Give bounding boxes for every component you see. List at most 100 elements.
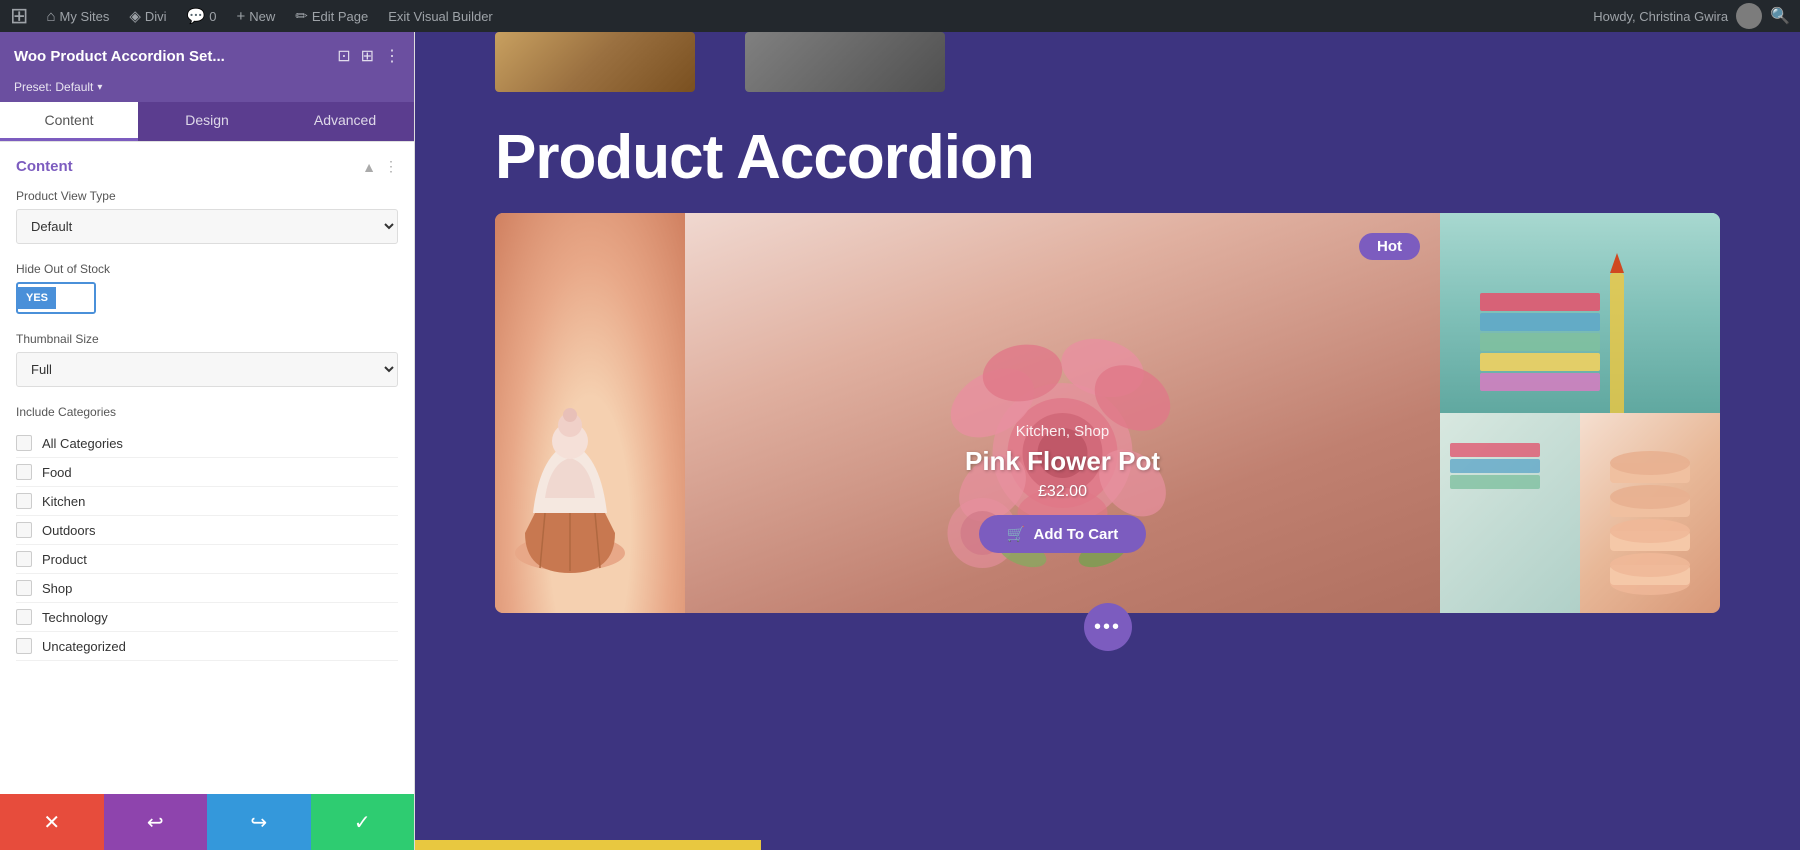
thumbnail-size-label: Thumbnail Size bbox=[16, 332, 398, 346]
toggle-yes-label: YES bbox=[18, 287, 56, 309]
admin-bar-new[interactable]: + New bbox=[228, 0, 283, 32]
search-icon[interactable]: 🔍 bbox=[1770, 6, 1790, 26]
main-layout: Woo Product Accordion Set... ⊡ ⊞ ⋮ Prese… bbox=[0, 32, 1800, 850]
collapse-icon[interactable]: ▲ bbox=[362, 159, 376, 175]
strip-image-1 bbox=[495, 32, 695, 92]
preset-row: Preset: Default ▾ bbox=[0, 80, 414, 102]
preset-label: Preset: Default bbox=[14, 80, 93, 94]
admin-bar-comments[interactable]: 💬 0 bbox=[179, 0, 225, 32]
panel-header-icons: ⊡ ⊞ ⋮ bbox=[337, 46, 400, 66]
include-categories-label: Include Categories bbox=[16, 405, 398, 419]
category-product: Product bbox=[16, 545, 398, 574]
accordion-title: Product Accordion bbox=[495, 122, 1720, 193]
add-to-cart-button[interactable]: 🛒 Add To Cart bbox=[979, 515, 1146, 553]
category-product-label: Product bbox=[42, 552, 87, 567]
hide-out-of-stock-label: Hide Out of Stock bbox=[16, 262, 398, 276]
home-icon: ⌂ bbox=[46, 8, 55, 25]
card-left bbox=[495, 213, 685, 613]
comments-icon: 💬 bbox=[187, 7, 206, 25]
canvas-bottom-bar bbox=[415, 840, 1800, 850]
strip-image-2 bbox=[745, 32, 945, 92]
panel-tabs: Content Design Advanced bbox=[0, 102, 414, 142]
divi-icon: ◈ bbox=[129, 7, 141, 25]
panel-sync-icon[interactable]: ⊡ bbox=[337, 46, 350, 66]
section-title: Content bbox=[16, 158, 73, 175]
cart-icon: 🛒 bbox=[1007, 525, 1026, 543]
category-outdoors-checkbox[interactable] bbox=[16, 522, 32, 538]
card-right bbox=[1440, 213, 1720, 613]
category-uncategorized: Uncategorized bbox=[16, 632, 398, 661]
tab-content[interactable]: Content bbox=[0, 102, 138, 141]
accordion-card: Hot Kitchen, Shop Pink Flower Pot £32.00… bbox=[495, 213, 1720, 613]
admin-bar-exit-vb[interactable]: Exit Visual Builder bbox=[380, 0, 501, 32]
category-all-label: All Categories bbox=[42, 436, 123, 451]
card-right-bottom-left bbox=[1440, 413, 1580, 613]
admin-bar-right: Howdy, Christina Gwira 🔍 bbox=[1593, 3, 1790, 29]
category-food-checkbox[interactable] bbox=[16, 464, 32, 480]
card-right-top bbox=[1440, 213, 1720, 413]
product-view-type-label: Product View Type bbox=[16, 189, 398, 203]
three-dots-button[interactable]: ••• bbox=[1084, 603, 1132, 651]
category-kitchen-checkbox[interactable] bbox=[16, 493, 32, 509]
thumbnail-size-group: Thumbnail Size Full Medium Small Thumbna… bbox=[16, 332, 398, 387]
admin-bar: ⊞ ⌂ My Sites ◈ Divi 💬 0 + New ✏ Edit Pag… bbox=[0, 0, 1800, 32]
tab-advanced[interactable]: Advanced bbox=[276, 102, 414, 141]
category-kitchen-label: Kitchen bbox=[42, 494, 85, 509]
admin-bar-divi[interactable]: ◈ Divi bbox=[121, 0, 174, 32]
admin-bar-edit-page[interactable]: ✏ Edit Page bbox=[287, 0, 376, 32]
product-name: Pink Flower Pot bbox=[685, 446, 1440, 477]
bottom-toolbar: ✕ ↩ ↪ ✓ bbox=[0, 794, 414, 850]
category-shop-checkbox[interactable] bbox=[16, 580, 32, 596]
category-food: Food bbox=[16, 458, 398, 487]
redo-button[interactable]: ↪ bbox=[207, 794, 311, 850]
panel-title: Woo Product Accordion Set... bbox=[14, 48, 225, 65]
cancel-button[interactable]: ✕ bbox=[0, 794, 104, 850]
product-view-type-select[interactable]: Default Grid List bbox=[16, 209, 398, 244]
admin-bar-mysites[interactable]: ⌂ My Sites bbox=[38, 0, 117, 32]
roses-svg bbox=[685, 213, 1440, 613]
panel-menu-icon[interactable]: ⋮ bbox=[384, 46, 400, 66]
category-all: All Categories bbox=[16, 429, 398, 458]
avatar bbox=[1736, 3, 1762, 29]
save-button[interactable]: ✓ bbox=[311, 794, 415, 850]
hot-badge: Hot bbox=[1359, 233, 1420, 260]
category-technology-checkbox[interactable] bbox=[16, 609, 32, 625]
card-right-bottom bbox=[1440, 413, 1720, 613]
tab-design[interactable]: Design bbox=[138, 102, 276, 141]
category-technology-label: Technology bbox=[42, 610, 108, 625]
preset-chevron-icon[interactable]: ▾ bbox=[97, 82, 102, 93]
category-product-checkbox[interactable] bbox=[16, 551, 32, 567]
category-food-label: Food bbox=[42, 465, 72, 480]
product-info-overlay: Kitchen, Shop Pink Flower Pot £32.00 🛒 A… bbox=[685, 423, 1440, 553]
category-outdoors: Outdoors bbox=[16, 516, 398, 545]
category-uncategorized-label: Uncategorized bbox=[42, 639, 126, 654]
category-all-checkbox[interactable] bbox=[16, 435, 32, 451]
left-panel: Woo Product Accordion Set... ⊡ ⊞ ⋮ Prese… bbox=[0, 32, 415, 850]
section-header-icons: ▲ ⋮ bbox=[362, 158, 398, 175]
wordpress-icon[interactable]: ⊞ bbox=[10, 3, 28, 29]
undo-button[interactable]: ↩ bbox=[104, 794, 208, 850]
category-shop: Shop bbox=[16, 574, 398, 603]
section-menu-icon[interactable]: ⋮ bbox=[384, 158, 398, 175]
card-right-bottom-right bbox=[1580, 413, 1720, 613]
category-uncategorized-checkbox[interactable] bbox=[16, 638, 32, 654]
hide-out-of-stock-toggle[interactable]: YES bbox=[16, 282, 96, 314]
toggle-no-area bbox=[56, 284, 94, 312]
add-to-cart-label: Add To Cart bbox=[1033, 526, 1118, 543]
panel-header: Woo Product Accordion Set... ⊡ ⊞ ⋮ bbox=[0, 32, 414, 80]
product-view-type-group: Product View Type Default Grid List bbox=[16, 189, 398, 244]
accordion-title-area: Product Accordion bbox=[415, 102, 1800, 213]
product-category: Kitchen, Shop bbox=[685, 423, 1440, 440]
top-image-strip bbox=[415, 32, 1800, 102]
panel-grid-icon[interactable]: ⊞ bbox=[361, 46, 374, 66]
category-kitchen: Kitchen bbox=[16, 487, 398, 516]
include-categories-group: Include Categories All Categories Food K… bbox=[16, 405, 398, 661]
edit-icon: ✏ bbox=[295, 7, 308, 25]
category-shop-label: Shop bbox=[42, 581, 72, 596]
product-price: £32.00 bbox=[685, 483, 1440, 501]
macarons-svg bbox=[1580, 413, 1720, 613]
category-technology: Technology bbox=[16, 603, 398, 632]
thumbnail-size-select[interactable]: Full Medium Small Thumbnail bbox=[16, 352, 398, 387]
canvas-area: Product Accordion bbox=[415, 32, 1800, 850]
hide-out-of-stock-group: Hide Out of Stock YES bbox=[16, 262, 398, 314]
